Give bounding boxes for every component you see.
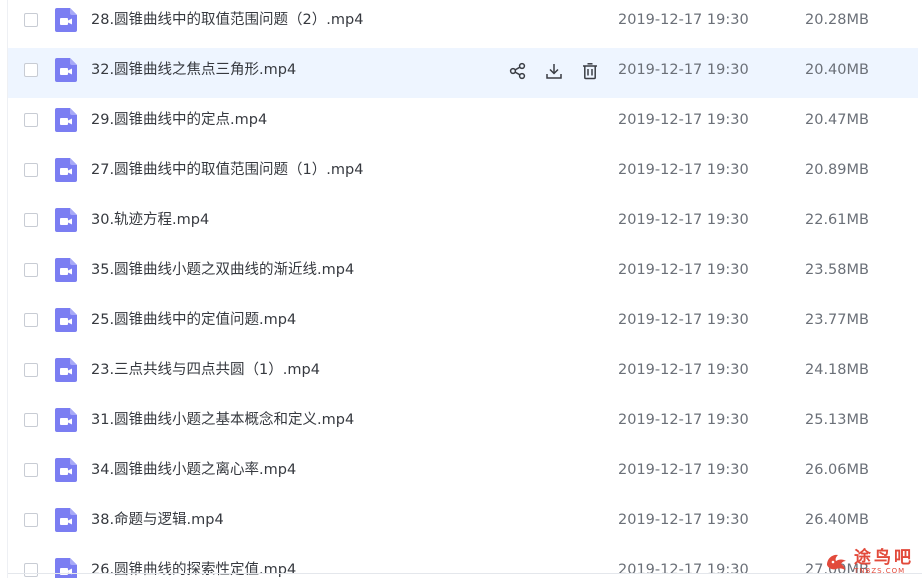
file-manager-page: 28.圆锥曲线中的取值范围问题（2）.mp4 2019-12-17 19:30 20… [0,0,922,578]
row-checkbox[interactable] [24,263,38,277]
share-icon [509,62,526,80]
file-size: 24.18MB [805,362,869,378]
file-row[interactable]: 34.圆锥曲线小题之离心率.mp4 2019-12-17 19:30 26.06MB [8,448,918,498]
video-file-icon [55,458,77,482]
row-checkbox[interactable] [24,413,38,427]
row-checkbox[interactable] [24,163,38,177]
row-checkbox[interactable] [24,313,38,327]
video-file-icon [55,58,77,82]
file-name[interactable]: 32.圆锥曲线之焦点三角形.mp4 [91,61,296,79]
video-file-icon [55,508,77,532]
list-bottom-rule [8,573,922,574]
video-file-icon [55,358,77,382]
row-checkbox[interactable] [24,363,38,377]
file-modified-date: 2019-12-17 19:30 [618,262,749,278]
file-size: 20.40MB [805,62,869,78]
delete-button[interactable] [580,61,600,81]
file-name[interactable]: 35.圆锥曲线小题之双曲线的渐近线.mp4 [91,261,354,279]
file-modified-date: 2019-12-17 19:30 [618,312,749,328]
file-modified-date: 2019-12-17 19:30 [618,462,749,478]
file-row[interactable]: 32.圆锥曲线之焦点三角形.mp4 2019-12-17 19:30 20.40MB [8,48,918,98]
video-file-icon [55,158,77,182]
file-row[interactable]: 29.圆锥曲线中的定点.mp4 2019-12-17 19:30 20.47MB [8,98,918,148]
file-name[interactable]: 27.圆锥曲线中的取值范围问题（1）.mp4 [91,161,363,179]
watermark-logo: 途鸟吧 TNBZS.COM [824,549,914,576]
video-file-icon [55,108,77,132]
file-modified-date: 2019-12-17 19:30 [618,62,749,78]
row-checkbox[interactable] [24,513,38,527]
video-file-icon [55,208,77,232]
file-modified-date: 2019-12-17 19:30 [618,412,749,428]
file-row[interactable]: 27.圆锥曲线中的取值范围问题（1）.mp4 2019-12-17 19:30 20… [8,148,918,198]
bird-logo-icon [827,554,846,570]
download-button[interactable] [544,61,564,81]
video-file-icon [55,258,77,282]
file-size: 20.47MB [805,112,869,128]
file-row[interactable]: 23.三点共线与四点共圆（1）.mp4 2019-12-17 19:30 24.18… [8,348,918,398]
file-name[interactable]: 30.轨迹方程.mp4 [91,211,209,229]
file-name[interactable]: 34.圆锥曲线小题之离心率.mp4 [91,461,296,479]
file-modified-date: 2019-12-17 19:30 [618,562,749,578]
file-name[interactable]: 31.圆锥曲线小题之基本概念和定义.mp4 [91,411,354,429]
row-checkbox[interactable] [24,213,38,227]
file-size: 26.06MB [805,462,869,478]
file-modified-date: 2019-12-17 19:30 [618,12,749,28]
video-file-icon [55,308,77,332]
file-modified-date: 2019-12-17 19:30 [618,512,749,528]
file-name[interactable]: 26.圆锥曲线的探索性定值.mp4 [91,561,296,578]
file-name[interactable]: 29.圆锥曲线中的定点.mp4 [91,111,267,129]
file-size: 20.28MB [805,12,869,28]
file-row[interactable]: 31.圆锥曲线小题之基本概念和定义.mp4 2019-12-17 19:30 25.… [8,398,918,448]
file-modified-date: 2019-12-17 19:30 [618,112,749,128]
video-file-icon [55,558,77,578]
row-checkbox[interactable] [24,563,38,577]
row-checkbox[interactable] [24,463,38,477]
video-file-icon [55,8,77,32]
row-checkbox[interactable] [24,13,38,27]
file-modified-date: 2019-12-17 19:30 [618,212,749,228]
row-checkbox[interactable] [24,113,38,127]
file-size: 25.13MB [805,412,869,428]
file-row[interactable]: 28.圆锥曲线中的取值范围问题（2）.mp4 2019-12-17 19:30 20… [8,0,918,48]
row-checkbox[interactable] [24,63,38,77]
file-row[interactable]: 30.轨迹方程.mp4 2019-12-17 19:30 22.61MB [8,198,918,248]
file-row[interactable]: 38.命题与逻辑.mp4 2019-12-17 19:30 26.40MB [8,498,918,548]
video-file-icon [55,408,77,432]
watermark-text: 途鸟吧 [854,548,914,568]
row-actions [508,60,616,82]
share-button[interactable] [508,61,528,81]
file-size: 26.40MB [805,512,869,528]
file-size: 20.89MB [805,162,869,178]
file-modified-date: 2019-12-17 19:30 [618,162,749,178]
file-row[interactable]: 25.圆锥曲线中的定值问题.mp4 2019-12-17 19:30 23.77MB [8,298,918,348]
download-icon [546,64,562,79]
file-size: 23.77MB [805,312,869,328]
file-size: 22.61MB [805,212,869,228]
file-row[interactable]: 35.圆锥曲线小题之双曲线的渐近线.mp4 2019-12-17 19:30 23.… [8,248,918,298]
watermark-url: TNBZS.COM [854,567,906,575]
file-name[interactable]: 23.三点共线与四点共圆（1）.mp4 [91,361,320,379]
file-modified-date: 2019-12-17 19:30 [618,362,749,378]
file-name[interactable]: 28.圆锥曲线中的取值范围问题（2）.mp4 [91,11,363,29]
file-name[interactable]: 38.命题与逻辑.mp4 [91,511,224,529]
file-size: 23.58MB [805,262,869,278]
trash-icon [583,63,597,80]
file-name[interactable]: 25.圆锥曲线中的定值问题.mp4 [91,311,296,329]
